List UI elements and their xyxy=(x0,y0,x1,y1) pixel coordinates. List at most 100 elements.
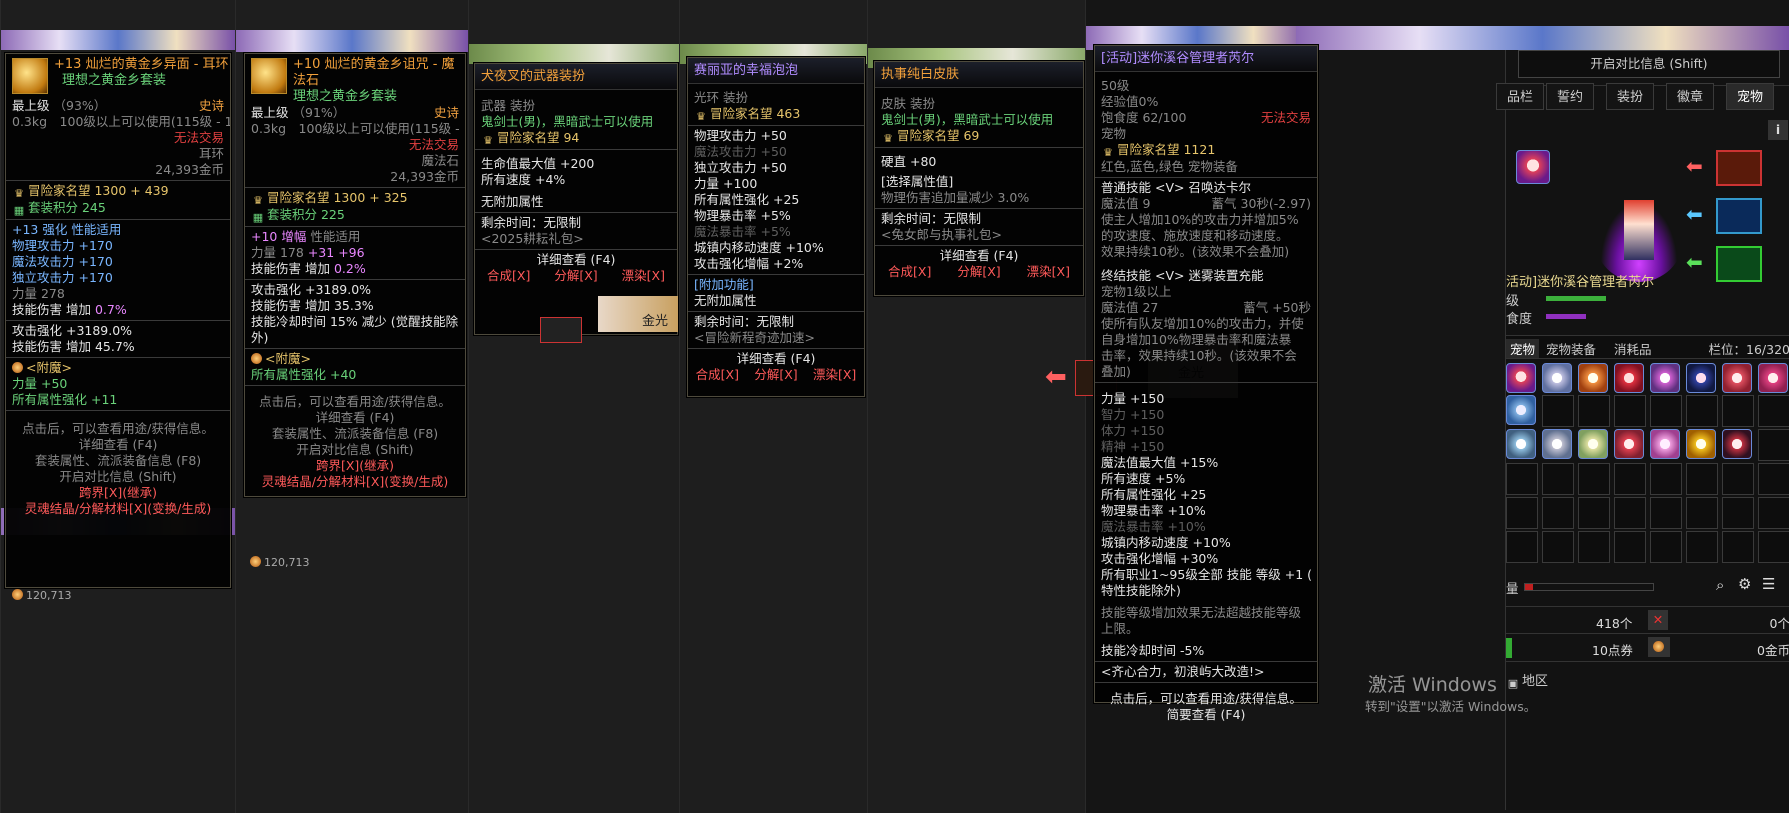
compare-hint[interactable]: 开启对比信息 (Shift) xyxy=(6,469,230,485)
compare-button[interactable]: 开启对比信息 (Shift) xyxy=(1518,50,1780,78)
info-icon[interactable]: i xyxy=(1768,120,1788,140)
tab-avatar[interactable]: 装扮 xyxy=(1606,83,1655,110)
empty-slot[interactable] xyxy=(1686,395,1718,427)
synthesize-action[interactable]: 合成[X] xyxy=(487,268,530,284)
brief-view-hint[interactable]: 简要查看 (F4) xyxy=(1095,707,1317,723)
empty-slot[interactable] xyxy=(1650,463,1682,495)
pet-slot[interactable] xyxy=(1650,363,1680,393)
synthesize-action[interactable]: 合成[X] xyxy=(696,367,739,383)
empty-slot[interactable] xyxy=(1686,531,1718,563)
tab-pet[interactable]: 宠物 xyxy=(1726,83,1775,110)
empty-slot[interactable] xyxy=(1614,531,1646,563)
inherit-action[interactable]: 跨界[X](继承) xyxy=(245,458,465,474)
pet-slot[interactable] xyxy=(1506,429,1536,459)
empty-slot[interactable] xyxy=(1758,497,1789,529)
empty-slot[interactable] xyxy=(1542,497,1574,529)
set-info-hint[interactable]: 套装属性、流派装备信息 (F8) xyxy=(6,453,230,469)
pet-slot[interactable] xyxy=(1614,429,1644,459)
empty-slot[interactable] xyxy=(1758,429,1789,461)
subtab-pet[interactable]: 宠物 xyxy=(1506,339,1540,358)
empty-slot[interactable] xyxy=(1614,395,1646,427)
pet-slot[interactable] xyxy=(1614,363,1644,393)
pet-slot[interactable] xyxy=(1578,363,1608,393)
subtab-consumable[interactable]: 消耗品 xyxy=(1614,339,1652,358)
list-icon[interactable]: ☰ xyxy=(1762,575,1775,593)
empty-slot[interactable] xyxy=(1650,531,1682,563)
pet-slot[interactable] xyxy=(1686,363,1716,393)
tab-pledge[interactable]: 誓约 xyxy=(1546,83,1595,110)
tab-inventory[interactable]: 品栏 xyxy=(1496,83,1545,110)
disassemble-action[interactable]: 分解[X] xyxy=(957,264,1000,280)
inherit-action[interactable]: 跨界[X](继承) xyxy=(6,485,230,501)
empty-slot[interactable] xyxy=(1506,497,1538,529)
empty-slot[interactable] xyxy=(1686,497,1718,529)
empty-slot[interactable] xyxy=(1614,463,1646,495)
set-info-hint[interactable]: 套装属性、流派装备信息 (F8) xyxy=(245,426,465,442)
dye-action[interactable]: 漂染[X] xyxy=(1027,264,1070,280)
pet-slot[interactable] xyxy=(1758,363,1788,393)
empty-slot[interactable] xyxy=(1722,531,1754,563)
empty-slot[interactable] xyxy=(1722,395,1754,427)
empty-slot[interactable] xyxy=(1578,531,1610,563)
item-slot-icon[interactable] xyxy=(540,317,582,343)
synthesize-action[interactable]: 合成[X] xyxy=(888,264,931,280)
empty-slot[interactable] xyxy=(1722,497,1754,529)
empty-slot[interactable] xyxy=(1722,463,1754,495)
empty-slot[interactable] xyxy=(1542,395,1574,427)
empty-slot[interactable] xyxy=(1686,463,1718,495)
skill1-title: 普通技能 <V> 召唤达卡尔 xyxy=(1101,180,1251,195)
pet-slot[interactable] xyxy=(1506,363,1536,393)
detail-view-hint[interactable]: 详细查看 (F4) xyxy=(6,437,230,453)
empty-slot[interactable] xyxy=(1506,463,1538,495)
empty-slot[interactable] xyxy=(1542,531,1574,563)
gear-icon[interactable]: ⚙ xyxy=(1738,575,1751,593)
detail-view-hint[interactable]: 详细查看 (F4) xyxy=(688,351,864,367)
fame-icon: ♛ xyxy=(14,187,24,200)
empty-slot[interactable] xyxy=(1758,395,1789,427)
pet-equip-slot[interactable] xyxy=(1516,150,1550,184)
empty-slot[interactable] xyxy=(1614,497,1646,529)
pet-food: 饱食度 62/100 xyxy=(1101,110,1187,125)
empty-slot[interactable] xyxy=(1758,531,1789,563)
detail-view-hint[interactable]: 详细查看 (F4) xyxy=(875,248,1083,264)
soul-crystal-action[interactable]: 灵魂结晶/分解材料[X](变换/生成) xyxy=(245,474,465,490)
disassemble-action[interactable]: 分解[X] xyxy=(754,367,797,383)
pet-slot[interactable] xyxy=(1542,363,1572,393)
strength-bonus-b: +96 xyxy=(338,245,365,260)
map-label[interactable]: 地区 xyxy=(1522,674,1548,689)
dye-action[interactable]: 漂染[X] xyxy=(622,268,665,284)
dye-action[interactable]: 漂染[X] xyxy=(813,367,856,383)
subtab-pet-equip[interactable]: 宠物装备 xyxy=(1546,339,1596,358)
pet-slot[interactable] xyxy=(1722,363,1752,393)
empty-slot[interactable] xyxy=(1758,463,1789,495)
stat-line: 体力 +150 xyxy=(1101,423,1165,438)
empty-slot[interactable] xyxy=(1542,463,1574,495)
stat-line: 魔法值最大值 +15% xyxy=(1101,455,1219,470)
pet-slot[interactable] xyxy=(1506,395,1536,425)
disassemble-action[interactable]: 分解[X] xyxy=(554,268,597,284)
tab-emblem[interactable]: 徽章 xyxy=(1666,83,1715,110)
skill2-mp: 魔法值 27 xyxy=(1101,300,1159,315)
pet-slot[interactable] xyxy=(1542,429,1572,459)
trade-status: 无法交易 xyxy=(408,137,459,152)
stat-line: 攻击强化增幅 +30% xyxy=(1101,551,1219,566)
empty-slot[interactable] xyxy=(1650,497,1682,529)
pet-slot[interactable] xyxy=(1686,429,1716,459)
pet-equip-slot-blue[interactable] xyxy=(1716,198,1762,234)
pet-equip-slot-red[interactable] xyxy=(1716,150,1762,186)
detail-view-hint[interactable]: 详细查看 (F4) xyxy=(475,252,677,268)
pet-slot[interactable] xyxy=(1650,429,1680,459)
empty-slot[interactable] xyxy=(1578,395,1610,427)
empty-slot[interactable] xyxy=(1650,395,1682,427)
empty-slot[interactable] xyxy=(1578,463,1610,495)
pet-slot[interactable] xyxy=(1578,429,1608,459)
soul-crystal-action[interactable]: 灵魂结晶/分解材料[X](变换/生成) xyxy=(6,501,230,517)
pet-equip-slot-green[interactable] xyxy=(1716,246,1762,282)
search-icon[interactable]: ⌕ xyxy=(1716,576,1724,594)
empty-slot[interactable] xyxy=(1578,497,1610,529)
pet-slot[interactable] xyxy=(1722,429,1752,459)
empty-slot[interactable] xyxy=(1506,531,1538,563)
compare-hint[interactable]: 开启对比信息 (Shift) xyxy=(245,442,465,458)
item-title: 执事纯白皮肤 xyxy=(875,62,1083,88)
detail-view-hint[interactable]: 详细查看 (F4) xyxy=(245,410,465,426)
